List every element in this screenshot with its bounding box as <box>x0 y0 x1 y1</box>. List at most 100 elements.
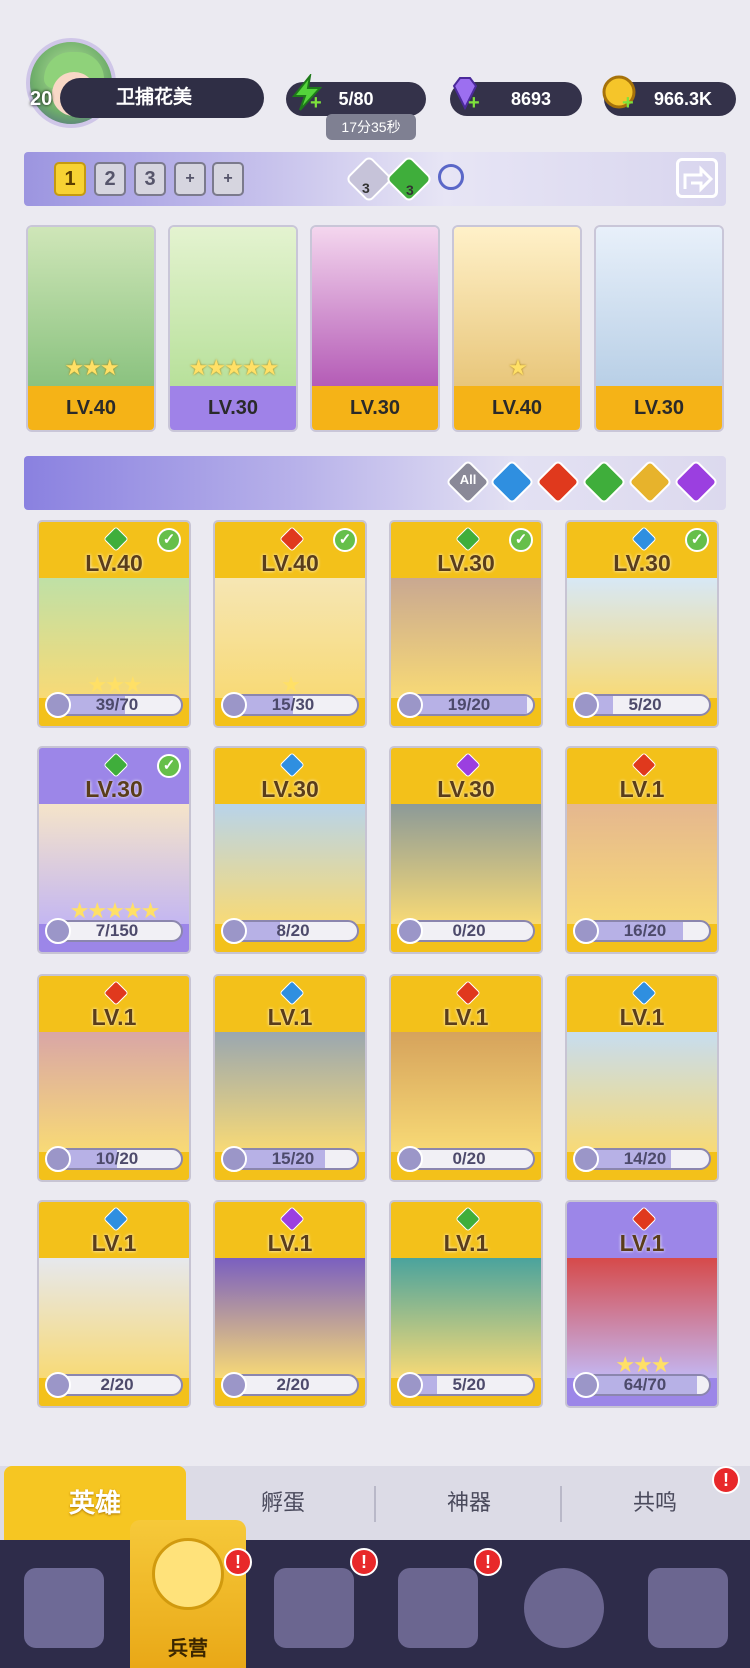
shard-icon <box>221 1146 247 1172</box>
shard-progress-text: 14/20 <box>623 1149 667 1168</box>
shard-icon <box>573 1372 599 1398</box>
shard-icon <box>573 918 599 944</box>
team-slot-2[interactable]: 2 <box>94 162 126 196</box>
hero-level: LV.30 <box>596 386 722 430</box>
hero-card[interactable]: ✓ LV.40 ★★★ 39/70 <box>37 520 191 728</box>
hero-level: LV.30 <box>613 550 671 576</box>
gold-coin-icon[interactable]: + <box>600 74 638 113</box>
team-slot-3[interactable]: 3 <box>134 162 166 196</box>
hero-element-icon <box>631 1206 657 1232</box>
hero-portrait <box>391 578 541 698</box>
hero-level: LV.1 <box>443 1004 489 1030</box>
hero-card[interactable]: LV.1 14/20 <box>565 974 719 1182</box>
team-slot-add-2[interactable]: + <box>212 162 244 196</box>
hero-level: LV.40 <box>261 550 319 576</box>
team-hero-5[interactable]: LV.30 <box>594 225 724 432</box>
hero-portrait <box>215 1032 365 1152</box>
hero-card[interactable]: ✓ LV.30 5/20 <box>565 520 719 728</box>
team-hero-1[interactable]: ★★★ LV.40 <box>26 225 156 432</box>
shard-progress-text: 8/20 <box>276 921 310 940</box>
shard-icon <box>573 692 599 718</box>
hero-level: LV.1 <box>619 1230 665 1256</box>
hero-element-icon <box>103 980 129 1006</box>
banner-nav-icon[interactable] <box>648 1568 728 1648</box>
shard-progress-text: 0/20 <box>452 1149 486 1168</box>
in-team-check-icon: ✓ <box>509 528 533 552</box>
hero-stars: ★ <box>508 355 528 380</box>
hero-card[interactable]: ✓ LV.30 19/20 <box>389 520 543 728</box>
in-team-check-icon: ✓ <box>157 528 181 552</box>
hero-portrait <box>215 1258 365 1378</box>
team-slot-add-1[interactable]: + <box>174 162 206 196</box>
hero-level: LV.1 <box>267 1004 313 1030</box>
hero-portrait <box>215 804 365 924</box>
energy-timer: 17分35秒 <box>326 114 416 140</box>
castle-nav-icon[interactable] <box>398 1568 478 1648</box>
hero-card[interactable]: LV.1 ★★★ 64/70 <box>565 1200 719 1408</box>
team-hero-4[interactable]: ★ LV.40 <box>452 225 582 432</box>
shard-progress-text: 39/70 <box>95 695 139 714</box>
shard-progress-text: 15/30 <box>271 695 315 714</box>
shard-progress-text: 64/70 <box>623 1375 667 1394</box>
hero-element-icon <box>103 752 129 778</box>
buff-count-2: 3 <box>406 182 414 198</box>
hero-card[interactable]: LV.1 15/20 <box>213 974 367 1182</box>
hero-level: LV.1 <box>619 1004 665 1030</box>
shard-progress-text: 7/150 <box>95 921 139 940</box>
gem-icon[interactable]: + <box>446 74 484 113</box>
barracks-nav-label: 兵营 <box>168 1638 208 1660</box>
hero-portrait <box>391 804 541 924</box>
player-name: 卫捕花美 <box>60 78 264 118</box>
shard-progress-text: 2/20 <box>100 1375 134 1394</box>
hero-card[interactable]: LV.1 16/20 <box>565 746 719 954</box>
hero-element-icon <box>631 526 657 552</box>
shard-progress-text: 15/20 <box>271 1149 315 1168</box>
magnifier-icon[interactable] <box>438 164 464 190</box>
hero-element-icon <box>279 980 305 1006</box>
hero-portrait <box>391 1032 541 1152</box>
in-team-check-icon: ✓ <box>157 754 181 778</box>
hero-card[interactable]: ✓ LV.40 ★ 15/30 <box>213 520 367 728</box>
hero-level: LV.40 <box>28 386 154 430</box>
map-alert-badge: ! <box>350 1548 378 1576</box>
tab-artifact[interactable]: 神器 <box>376 1466 562 1540</box>
hero-card[interactable]: LV.1 5/20 <box>389 1200 543 1408</box>
shard-icon <box>45 692 71 718</box>
shard-icon <box>45 1146 71 1172</box>
shard-progress-text: 5/20 <box>628 695 662 714</box>
hero-card[interactable]: LV.30 8/20 <box>213 746 367 954</box>
shard-icon <box>221 1372 247 1398</box>
barracks-alert-badge: ! <box>224 1548 252 1576</box>
shard-icon <box>397 1146 423 1172</box>
hero-level: LV.30 <box>437 550 495 576</box>
hero-level: LV.40 <box>85 550 143 576</box>
hero-card[interactable]: LV.30 0/20 <box>389 746 543 954</box>
shard-icon <box>397 692 423 718</box>
share-icon[interactable] <box>676 158 718 198</box>
buff-count-1: 3 <box>362 180 370 196</box>
map-nav-icon[interactable] <box>274 1568 354 1648</box>
hero-portrait <box>567 804 717 924</box>
hero-portrait <box>567 1032 717 1152</box>
shard-icon <box>45 918 71 944</box>
hero-element-icon <box>631 980 657 1006</box>
team-hero-2[interactable]: ★★★★★ LV.30 <box>168 225 298 432</box>
hero-card[interactable]: LV.1 2/20 <box>37 1200 191 1408</box>
team-slot-1[interactable]: 1 <box>54 162 86 196</box>
shard-progress-text: 16/20 <box>623 921 667 940</box>
hero-level: LV.30 <box>312 386 438 430</box>
cards-nav-icon[interactable] <box>24 1568 104 1648</box>
hero-card[interactable]: ✓ LV.30 ★★★★★ 7/150 <box>37 746 191 954</box>
hero-level: LV.1 <box>267 1230 313 1256</box>
hero-element-icon <box>279 526 305 552</box>
energy-icon[interactable]: + <box>288 72 326 113</box>
hero-card[interactable]: LV.1 10/20 <box>37 974 191 1182</box>
hero-element-icon <box>455 1206 481 1232</box>
hero-level: LV.1 <box>91 1230 137 1256</box>
hero-card[interactable]: LV.1 0/20 <box>389 974 543 1182</box>
hero-card[interactable]: LV.1 2/20 <box>213 1200 367 1408</box>
shard-icon <box>573 1146 599 1172</box>
team-hero-3[interactable]: LV.30 <box>310 225 440 432</box>
guild-nav-icon[interactable] <box>524 1568 604 1648</box>
in-team-check-icon: ✓ <box>685 528 709 552</box>
